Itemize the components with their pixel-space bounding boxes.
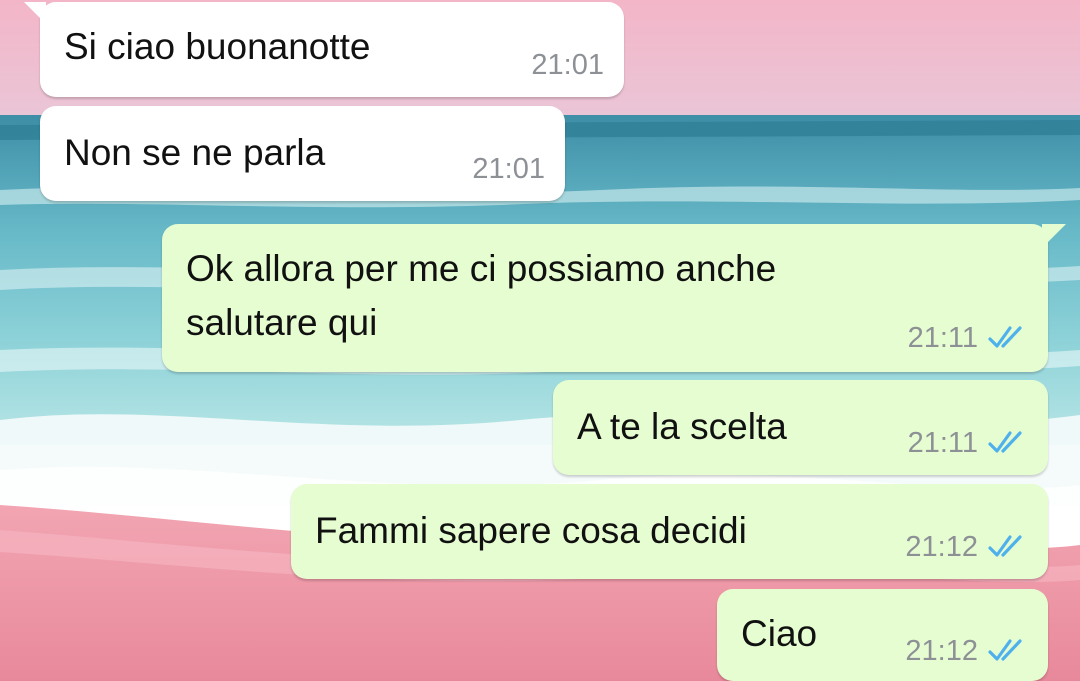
message-meta: 21:12: [905, 633, 1028, 669]
message-bubble-outgoing[interactable]: Fammi sapere cosa decidi 21:12: [291, 484, 1048, 579]
message-text: Ok allora per me ci possiamo anche salut…: [186, 248, 777, 343]
message-text: Fammi sapere cosa decidi: [315, 510, 747, 551]
message-time: 21:01: [472, 153, 545, 185]
message-meta: 21:11: [908, 320, 1028, 356]
bubble-tail: [1042, 224, 1066, 248]
bubble-tail: [24, 2, 46, 24]
message-text: A te la scelta: [577, 406, 787, 447]
read-double-check-icon: [988, 429, 1028, 457]
message-bubble-outgoing[interactable]: Ciao 21:12: [717, 589, 1048, 681]
read-double-check-icon: [988, 533, 1028, 561]
message-time: 21:11: [907, 427, 978, 459]
message-meta: 21:12: [905, 529, 1028, 565]
message-text: Si ciao buonanotte: [64, 26, 371, 67]
message-meta: 21:01: [531, 47, 604, 83]
read-double-check-icon: [988, 637, 1028, 665]
message-text: Non se ne parla: [64, 132, 326, 173]
message-meta: 21:01: [472, 151, 545, 187]
message-time: 21:01: [531, 49, 604, 81]
read-double-check-icon: [988, 324, 1028, 352]
message-bubble-incoming[interactable]: Non se ne parla 21:01: [40, 106, 565, 201]
message-time: 21:11: [907, 322, 978, 354]
message-time: 21:12: [905, 531, 978, 563]
message-meta: 21:11: [908, 425, 1028, 461]
message-time: 21:12: [905, 635, 978, 667]
message-bubble-outgoing[interactable]: A te la scelta 21:11: [553, 380, 1048, 475]
message-bubble-incoming[interactable]: Si ciao buonanotte 21:01: [24, 2, 624, 97]
message-text: Ciao: [741, 613, 818, 654]
message-bubble-outgoing[interactable]: Ok allora per me ci possiamo anche salut…: [162, 224, 1066, 372]
